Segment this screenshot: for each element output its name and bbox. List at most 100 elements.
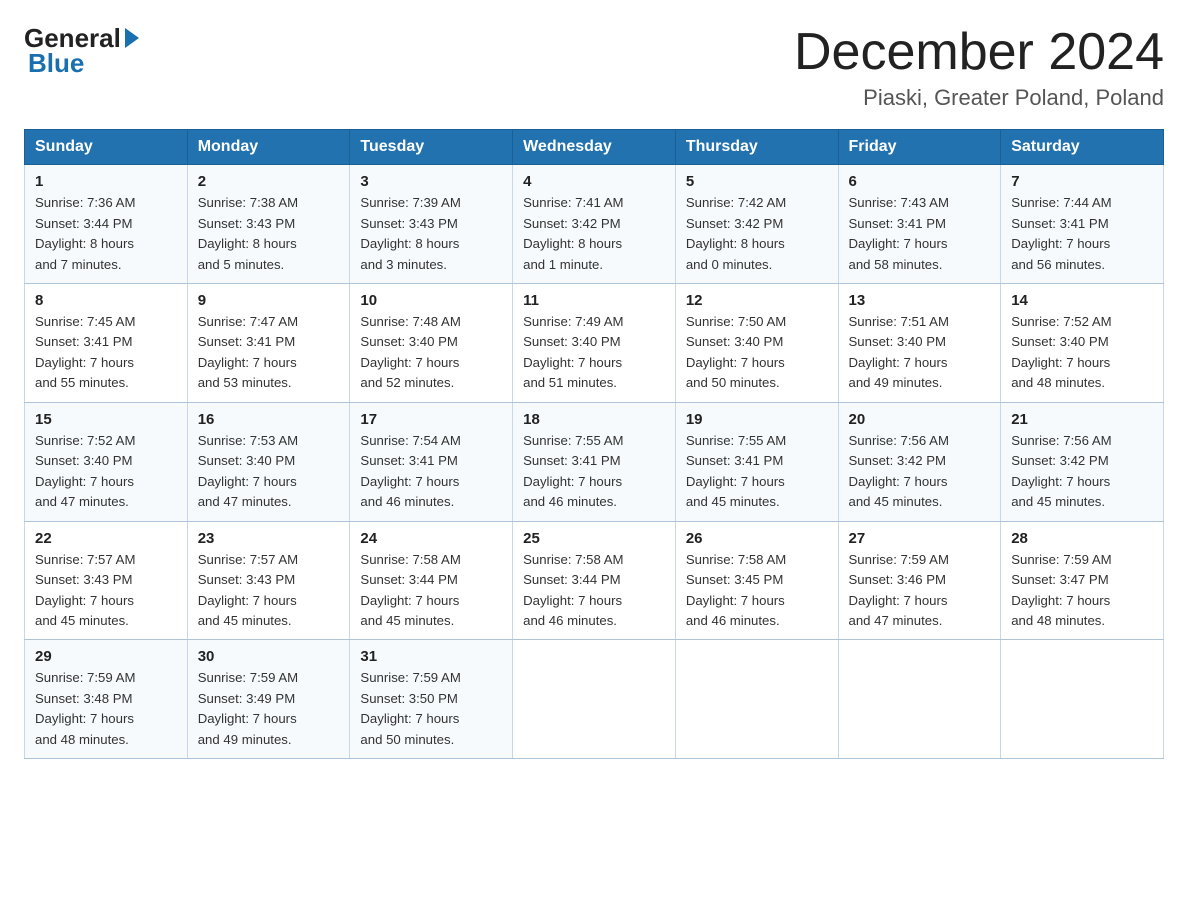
calendar-day-cell: 5Sunrise: 7:42 AMSunset: 3:42 PMDaylight… [675, 165, 838, 284]
calendar-table: Sunday Monday Tuesday Wednesday Thursday… [24, 129, 1164, 759]
day-number: 12 [686, 292, 828, 309]
calendar-day-cell: 29 Sunrise: 7:59 AMSunset: 3:48 PMDayligh… [25, 640, 188, 759]
calendar-day-cell: 16Sunrise: 7:53 AMSunset: 3:40 PMDayligh… [187, 402, 350, 521]
day-info: Sunrise: 7:50 AMSunset: 3:40 PMDaylight:… [686, 312, 828, 394]
day-info: Sunrise: 7:47 AMSunset: 3:41 PMDaylight:… [198, 312, 340, 394]
calendar-header-row: Sunday Monday Tuesday Wednesday Thursday… [25, 130, 1164, 165]
calendar-day-cell: 18Sunrise: 7:55 AMSunset: 3:41 PMDayligh… [513, 402, 676, 521]
calendar-day-cell: 17Sunrise: 7:54 AMSunset: 3:41 PMDayligh… [350, 402, 513, 521]
col-monday: Monday [187, 130, 350, 165]
day-info: Sunrise: 7:41 AMSunset: 3:42 PMDaylight:… [523, 193, 665, 275]
day-info: Sunrise: 7:43 AMSunset: 3:41 PMDaylight:… [849, 193, 991, 275]
day-info: Sunrise: 7:45 AMSunset: 3:41 PMDaylight:… [35, 312, 177, 394]
calendar-day-cell: 28 Sunrise: 7:59 AMSunset: 3:47 PMDayligh… [1001, 521, 1164, 640]
day-number: 29 [35, 648, 177, 665]
calendar-day-cell: 12 Sunrise: 7:50 AMSunset: 3:40 PMDayligh… [675, 284, 838, 403]
calendar-day-cell: 22 Sunrise: 7:57 AMSunset: 3:43 PMDayligh… [25, 521, 188, 640]
day-number: 21 [1011, 411, 1153, 428]
col-friday: Friday [838, 130, 1001, 165]
calendar-day-cell: 13 Sunrise: 7:51 AMSunset: 3:40 PMDayligh… [838, 284, 1001, 403]
day-number: 10 [360, 292, 502, 309]
calendar-day-cell: 25 Sunrise: 7:58 AMSunset: 3:44 PMDayligh… [513, 521, 676, 640]
calendar-day-cell: 15 Sunrise: 7:52 AMSunset: 3:40 PMDayligh… [25, 402, 188, 521]
day-info: Sunrise: 7:59 AMSunset: 3:48 PMDaylight:… [35, 668, 177, 750]
calendar-week-row: 8 Sunrise: 7:45 AMSunset: 3:41 PMDaylight… [25, 284, 1164, 403]
day-number: 15 [35, 411, 177, 428]
day-number: 26 [686, 530, 828, 547]
logo-blue-text: Blue [28, 49, 84, 78]
calendar-day-cell [1001, 640, 1164, 759]
day-info: Sunrise: 7:57 AMSunset: 3:43 PMDaylight:… [35, 550, 177, 632]
calendar-day-cell: 2Sunrise: 7:38 AMSunset: 3:43 PMDaylight… [187, 165, 350, 284]
calendar-day-cell: 20 Sunrise: 7:56 AMSunset: 3:42 PMDayligh… [838, 402, 1001, 521]
day-number: 4 [523, 173, 665, 190]
day-info: Sunrise: 7:59 AMSunset: 3:49 PMDaylight:… [198, 668, 340, 750]
calendar-day-cell: 8 Sunrise: 7:45 AMSunset: 3:41 PMDaylight… [25, 284, 188, 403]
day-number: 3 [360, 173, 502, 190]
calendar-day-cell: 9 Sunrise: 7:47 AMSunset: 3:41 PMDaylight… [187, 284, 350, 403]
day-info: Sunrise: 7:48 AMSunset: 3:40 PMDaylight:… [360, 312, 502, 394]
month-title: December 2024 [794, 24, 1164, 81]
day-number: 27 [849, 530, 991, 547]
calendar-day-cell: 31 Sunrise: 7:59 AMSunset: 3:50 PMDayligh… [350, 640, 513, 759]
day-info: Sunrise: 7:58 AMSunset: 3:44 PMDaylight:… [523, 550, 665, 632]
calendar-day-cell: 21Sunrise: 7:56 AMSunset: 3:42 PMDayligh… [1001, 402, 1164, 521]
calendar-week-row: 15 Sunrise: 7:52 AMSunset: 3:40 PMDayligh… [25, 402, 1164, 521]
calendar-day-cell: 30 Sunrise: 7:59 AMSunset: 3:49 PMDayligh… [187, 640, 350, 759]
day-number: 8 [35, 292, 177, 309]
calendar-day-cell: 1 Sunrise: 7:36 AMSunset: 3:44 PMDaylight… [25, 165, 188, 284]
calendar-day-cell: 26 Sunrise: 7:58 AMSunset: 3:45 PMDayligh… [675, 521, 838, 640]
title-block: December 2024 Piaski, Greater Poland, Po… [794, 24, 1164, 111]
day-number: 5 [686, 173, 828, 190]
day-info: Sunrise: 7:36 AMSunset: 3:44 PMDaylight:… [35, 193, 177, 275]
calendar-day-cell: 27Sunrise: 7:59 AMSunset: 3:46 PMDayligh… [838, 521, 1001, 640]
calendar-day-cell: 14 Sunrise: 7:52 AMSunset: 3:40 PMDayligh… [1001, 284, 1164, 403]
calendar-day-cell: 19 Sunrise: 7:55 AMSunset: 3:41 PMDayligh… [675, 402, 838, 521]
day-info: Sunrise: 7:44 AMSunset: 3:41 PMDaylight:… [1011, 193, 1153, 275]
day-info: Sunrise: 7:59 AMSunset: 3:50 PMDaylight:… [360, 668, 502, 750]
day-number: 25 [523, 530, 665, 547]
day-info: Sunrise: 7:52 AMSunset: 3:40 PMDaylight:… [35, 431, 177, 513]
day-number: 11 [523, 292, 665, 309]
calendar-day-cell: 24Sunrise: 7:58 AMSunset: 3:44 PMDayligh… [350, 521, 513, 640]
day-number: 9 [198, 292, 340, 309]
logo: General Blue [24, 24, 139, 77]
calendar-day-cell: 4 Sunrise: 7:41 AMSunset: 3:42 PMDaylight… [513, 165, 676, 284]
day-number: 1 [35, 173, 177, 190]
day-number: 23 [198, 530, 340, 547]
col-sunday: Sunday [25, 130, 188, 165]
day-info: Sunrise: 7:54 AMSunset: 3:41 PMDaylight:… [360, 431, 502, 513]
day-info: Sunrise: 7:52 AMSunset: 3:40 PMDaylight:… [1011, 312, 1153, 394]
calendar-day-cell [675, 640, 838, 759]
day-info: Sunrise: 7:38 AMSunset: 3:43 PMDaylight:… [198, 193, 340, 275]
day-info: Sunrise: 7:55 AMSunset: 3:41 PMDaylight:… [686, 431, 828, 513]
calendar-day-cell: 23Sunrise: 7:57 AMSunset: 3:43 PMDayligh… [187, 521, 350, 640]
col-wednesday: Wednesday [513, 130, 676, 165]
calendar-week-row: 29 Sunrise: 7:59 AMSunset: 3:48 PMDayligh… [25, 640, 1164, 759]
day-info: Sunrise: 7:58 AMSunset: 3:45 PMDaylight:… [686, 550, 828, 632]
day-info: Sunrise: 7:59 AMSunset: 3:47 PMDaylight:… [1011, 550, 1153, 632]
day-info: Sunrise: 7:58 AMSunset: 3:44 PMDaylight:… [360, 550, 502, 632]
day-number: 31 [360, 648, 502, 665]
day-number: 13 [849, 292, 991, 309]
day-info: Sunrise: 7:53 AMSunset: 3:40 PMDaylight:… [198, 431, 340, 513]
day-number: 30 [198, 648, 340, 665]
day-info: Sunrise: 7:56 AMSunset: 3:42 PMDaylight:… [849, 431, 991, 513]
day-number: 19 [686, 411, 828, 428]
col-tuesday: Tuesday [350, 130, 513, 165]
day-number: 28 [1011, 530, 1153, 547]
calendar-week-row: 22 Sunrise: 7:57 AMSunset: 3:43 PMDayligh… [25, 521, 1164, 640]
day-number: 20 [849, 411, 991, 428]
day-number: 22 [35, 530, 177, 547]
calendar-day-cell: 11 Sunrise: 7:49 AMSunset: 3:40 PMDayligh… [513, 284, 676, 403]
page-header: General Blue December 2024 Piaski, Great… [24, 24, 1164, 111]
day-info: Sunrise: 7:51 AMSunset: 3:40 PMDaylight:… [849, 312, 991, 394]
calendar-day-cell: 6 Sunrise: 7:43 AMSunset: 3:41 PMDaylight… [838, 165, 1001, 284]
calendar-day-cell [838, 640, 1001, 759]
calendar-day-cell: 7Sunrise: 7:44 AMSunset: 3:41 PMDaylight… [1001, 165, 1164, 284]
logo-arrow-icon [125, 28, 139, 48]
day-info: Sunrise: 7:55 AMSunset: 3:41 PMDaylight:… [523, 431, 665, 513]
day-number: 14 [1011, 292, 1153, 309]
day-number: 6 [849, 173, 991, 190]
day-info: Sunrise: 7:49 AMSunset: 3:40 PMDaylight:… [523, 312, 665, 394]
